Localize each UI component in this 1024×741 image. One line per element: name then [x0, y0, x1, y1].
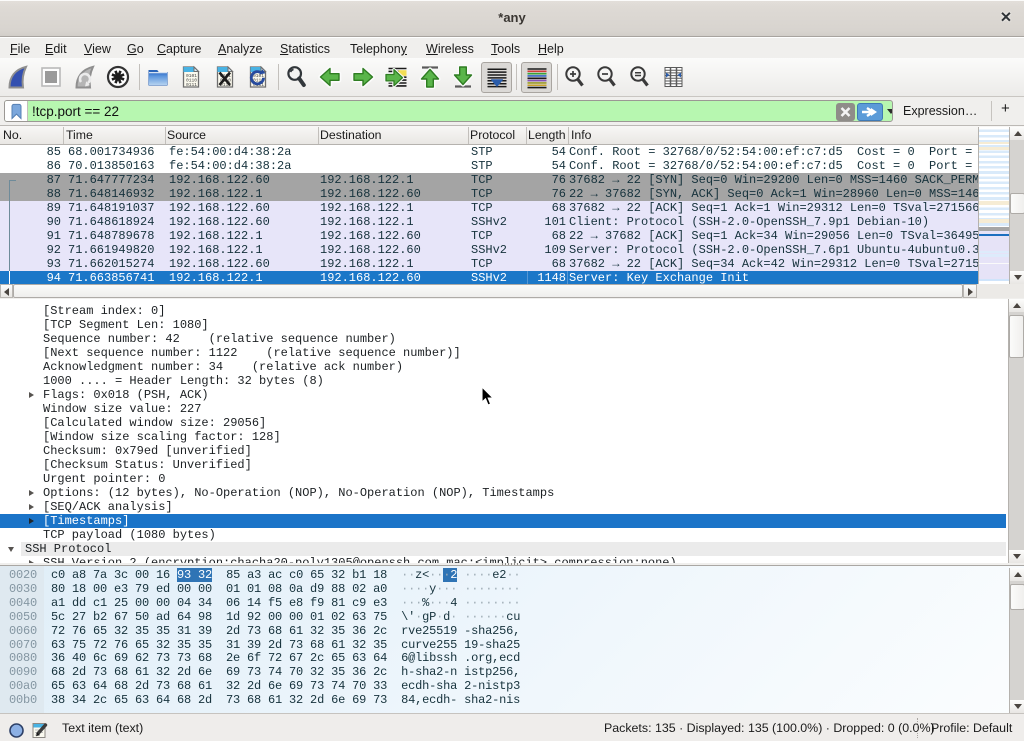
svg-text:0111: 0111 [186, 82, 197, 88]
